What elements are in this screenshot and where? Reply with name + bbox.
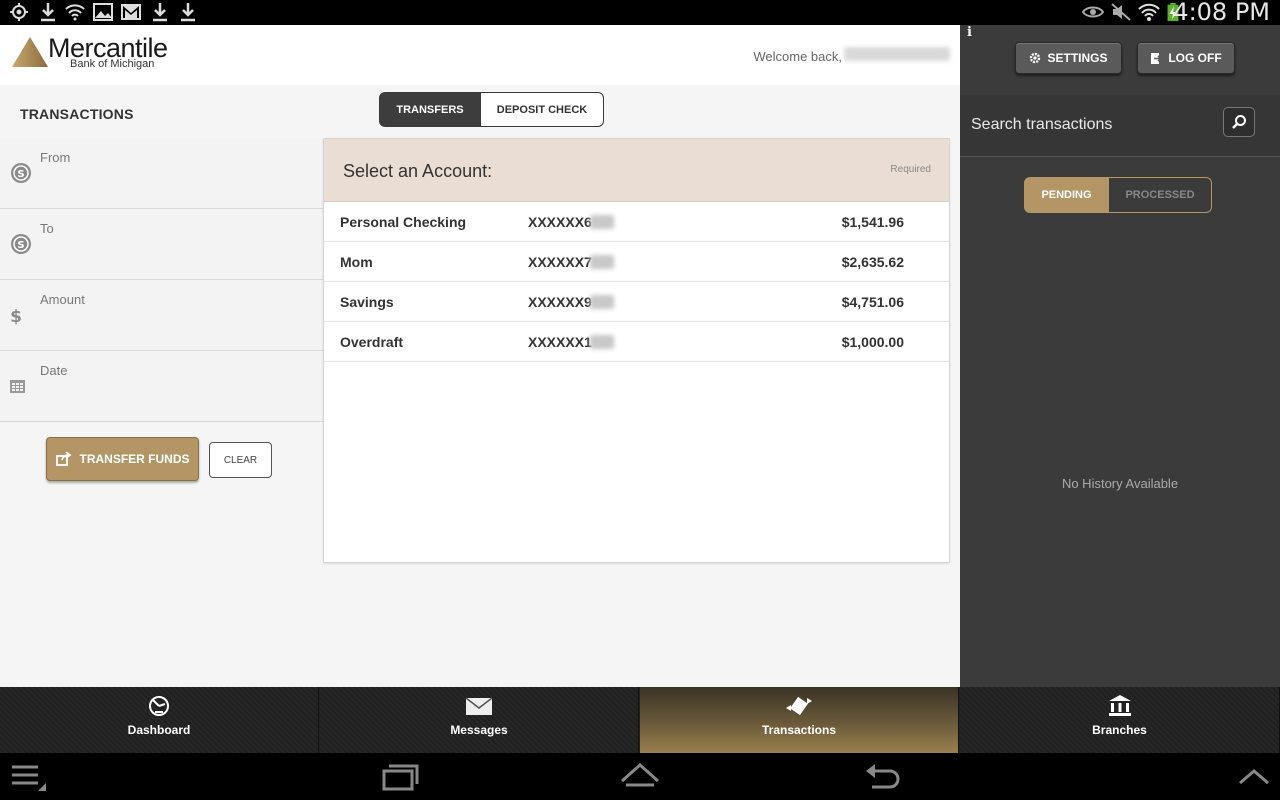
required-label: Required: [890, 164, 931, 175]
mercantile-logo-icon: [12, 37, 48, 67]
welcome-text: Welcome back,: [753, 49, 842, 64]
account-number: XXXXXX7: [528, 254, 592, 270]
account-select-panel: Select an Account: Required Personal Che…: [323, 138, 950, 563]
system-nav-bar: [0, 753, 1280, 800]
redacted-digits: [590, 215, 614, 229]
search-button[interactable]: [1223, 107, 1255, 137]
share-icon: [55, 452, 71, 466]
brand-subtitle: Bank of Michigan: [70, 58, 155, 70]
page-title: TRANSACTIONS: [20, 106, 134, 122]
transfer-icon: [786, 696, 812, 716]
download-icon: [153, 3, 167, 22]
empty-history-text: No History Available: [1061, 476, 1179, 491]
to-label: To: [40, 221, 54, 236]
account-balance: $4,751.06: [841, 294, 904, 310]
gear-icon: [1030, 52, 1041, 64]
to-field[interactable]: S To: [0, 209, 323, 280]
gmail-icon: [121, 4, 141, 20]
account-row[interactable]: Overdraft XXXXXX1 $1,000.00: [324, 322, 949, 362]
amount-label: Amount: [40, 292, 85, 307]
settings-label: SETTINGS: [1047, 51, 1108, 65]
tab-pending[interactable]: PENDING: [1024, 177, 1109, 213]
tab-branches[interactable]: Branches: [960, 687, 1280, 753]
recent-apps-icon[interactable]: [380, 761, 420, 793]
location-icon: [10, 3, 28, 21]
account-row[interactable]: Savings XXXXXX9 $4,751.06: [324, 282, 949, 322]
settings-button[interactable]: SETTINGS: [1015, 42, 1122, 74]
wifi-alert-icon: [65, 4, 85, 21]
download-icon: [181, 3, 195, 22]
account-number: XXXXXX6: [528, 214, 592, 230]
dashboard-icon: [149, 696, 169, 716]
menu-icon[interactable]: [10, 761, 50, 793]
search-icon: [1232, 115, 1246, 129]
wifi-icon: [1138, 3, 1160, 21]
redacted-digits: [590, 295, 614, 309]
date-label: Date: [40, 363, 68, 378]
history-panel: i SETTINGS LOG OFF PENDING PROCESSED No …: [960, 25, 1280, 687]
tab-label: Transactions: [761, 723, 837, 737]
svg-text:$: $: [10, 307, 22, 326]
dollar-circle-icon: S: [11, 234, 31, 254]
chevron-up-icon[interactable]: [1234, 761, 1274, 793]
date-field[interactable]: Date: [0, 351, 323, 422]
account-row[interactable]: Personal Checking XXXXXX6 $1,541.96: [324, 202, 949, 242]
amount-field[interactable]: $ Amount: [0, 280, 323, 351]
mute-icon: [1111, 3, 1131, 21]
search-input[interactable]: [971, 111, 1211, 139]
back-icon[interactable]: [862, 761, 902, 793]
log-off-button[interactable]: LOG OFF: [1137, 42, 1235, 74]
tab-label: Branches: [1092, 723, 1147, 737]
status-bar: 4:08 PM: [0, 0, 1280, 25]
tab-transfers[interactable]: TRANSFERS: [379, 92, 481, 127]
account-row[interactable]: Mom XXXXXX7 $2,635.62: [324, 242, 949, 282]
svg-text:S: S: [17, 240, 24, 251]
account-balance: $1,000.00: [841, 334, 904, 350]
info-icon[interactable]: i: [967, 25, 972, 40]
redacted-user-name: [844, 47, 950, 61]
bottom-tab-bar: Dashboard Messages Transactions Branches: [0, 687, 1280, 753]
account-name: Overdraft: [340, 334, 404, 350]
svg-text:S: S: [17, 169, 24, 180]
account-name: Savings: [340, 294, 394, 310]
from-label: From: [40, 150, 71, 165]
home-icon[interactable]: [620, 761, 660, 793]
account-name: Personal Checking: [340, 214, 467, 230]
tab-label: Dashboard: [127, 723, 191, 737]
eye-icon: [1082, 6, 1104, 18]
envelope-icon: [465, 697, 493, 715]
account-number: XXXXXX9: [528, 294, 592, 310]
account-balance: $1,541.96: [841, 214, 904, 230]
account-name: Mom: [340, 254, 373, 270]
main-panel: Mercantile Bank of Michigan Welcome back…: [0, 25, 960, 687]
log-off-label: LOG OFF: [1168, 51, 1222, 65]
clock: 4:08 PM: [1173, 0, 1270, 26]
from-field[interactable]: S From: [0, 138, 323, 209]
tab-deposit-check[interactable]: DEPOSIT CHECK: [480, 92, 604, 127]
logout-icon: [1151, 52, 1163, 64]
tab-messages[interactable]: Messages: [320, 687, 639, 753]
tab-processed[interactable]: PROCESSED: [1108, 177, 1212, 213]
dollar-circle-icon: S: [11, 163, 31, 183]
redacted-digits: [590, 335, 614, 349]
account-balance: $2,635.62: [841, 254, 904, 270]
account-panel-header: Select an Account: Required: [324, 139, 949, 202]
account-panel-title: Select an Account:: [343, 161, 493, 181]
clear-button[interactable]: CLEAR: [209, 442, 272, 478]
tab-transactions[interactable]: Transactions: [640, 687, 959, 753]
download-icon: [41, 3, 55, 22]
tab-dashboard[interactable]: Dashboard: [0, 687, 319, 753]
transfer-funds-label: TRANSFER FUNDS: [79, 452, 190, 466]
account-number: XXXXXX1: [528, 334, 592, 350]
calendar-icon: [10, 380, 25, 393]
transfer-funds-button[interactable]: TRANSFER FUNDS: [46, 437, 199, 481]
header: Mercantile Bank of Michigan Welcome back…: [0, 25, 960, 85]
redacted-digits: [590, 255, 614, 269]
tab-label: Messages: [450, 723, 508, 737]
bank-icon: [1108, 695, 1131, 716]
dollar-icon: $: [10, 307, 22, 326]
image-icon: [93, 3, 113, 21]
